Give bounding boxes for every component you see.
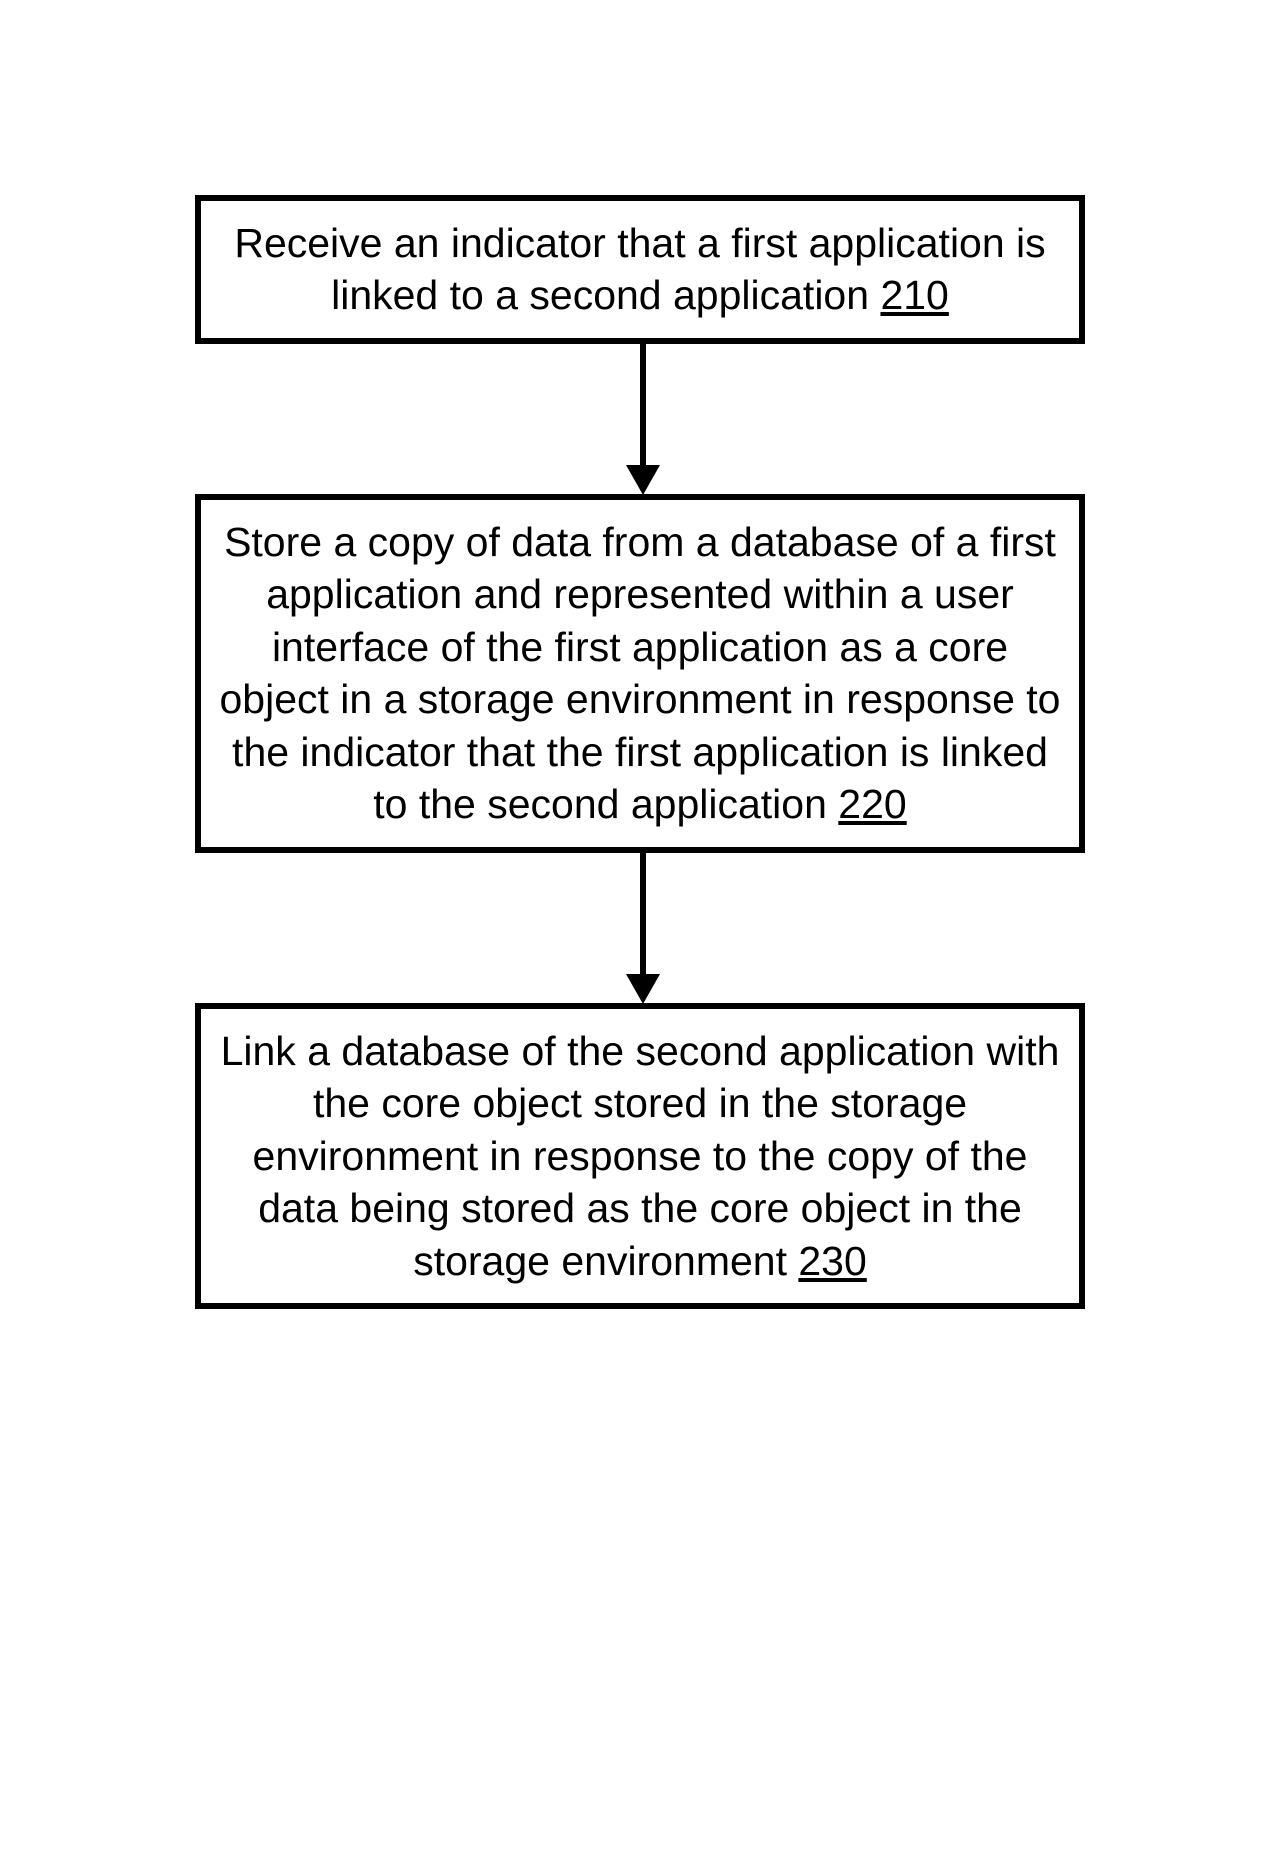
process-step-220: Store a copy of data from a database of … bbox=[195, 494, 1085, 853]
process-step-210: Receive an indicator that a first applic… bbox=[195, 195, 1085, 344]
step-reference-number: 230 bbox=[798, 1238, 866, 1284]
arrow-head-icon bbox=[626, 974, 660, 1004]
arrow-2 bbox=[200, 853, 1085, 1003]
step-text: Link a database of the second applicatio… bbox=[221, 1028, 1060, 1284]
arrow-head-icon bbox=[626, 465, 660, 495]
step-reference-number: 210 bbox=[880, 272, 948, 318]
arrow-1 bbox=[200, 344, 1085, 494]
process-step-230: Link a database of the second applicatio… bbox=[195, 1003, 1085, 1309]
step-reference-number: 220 bbox=[838, 781, 906, 827]
step-text: Store a copy of data from a database of … bbox=[219, 519, 1060, 827]
arrow-shaft-icon bbox=[640, 853, 646, 983]
flowchart-container: Receive an indicator that a first applic… bbox=[195, 195, 1085, 1309]
arrow-shaft-icon bbox=[640, 344, 646, 474]
